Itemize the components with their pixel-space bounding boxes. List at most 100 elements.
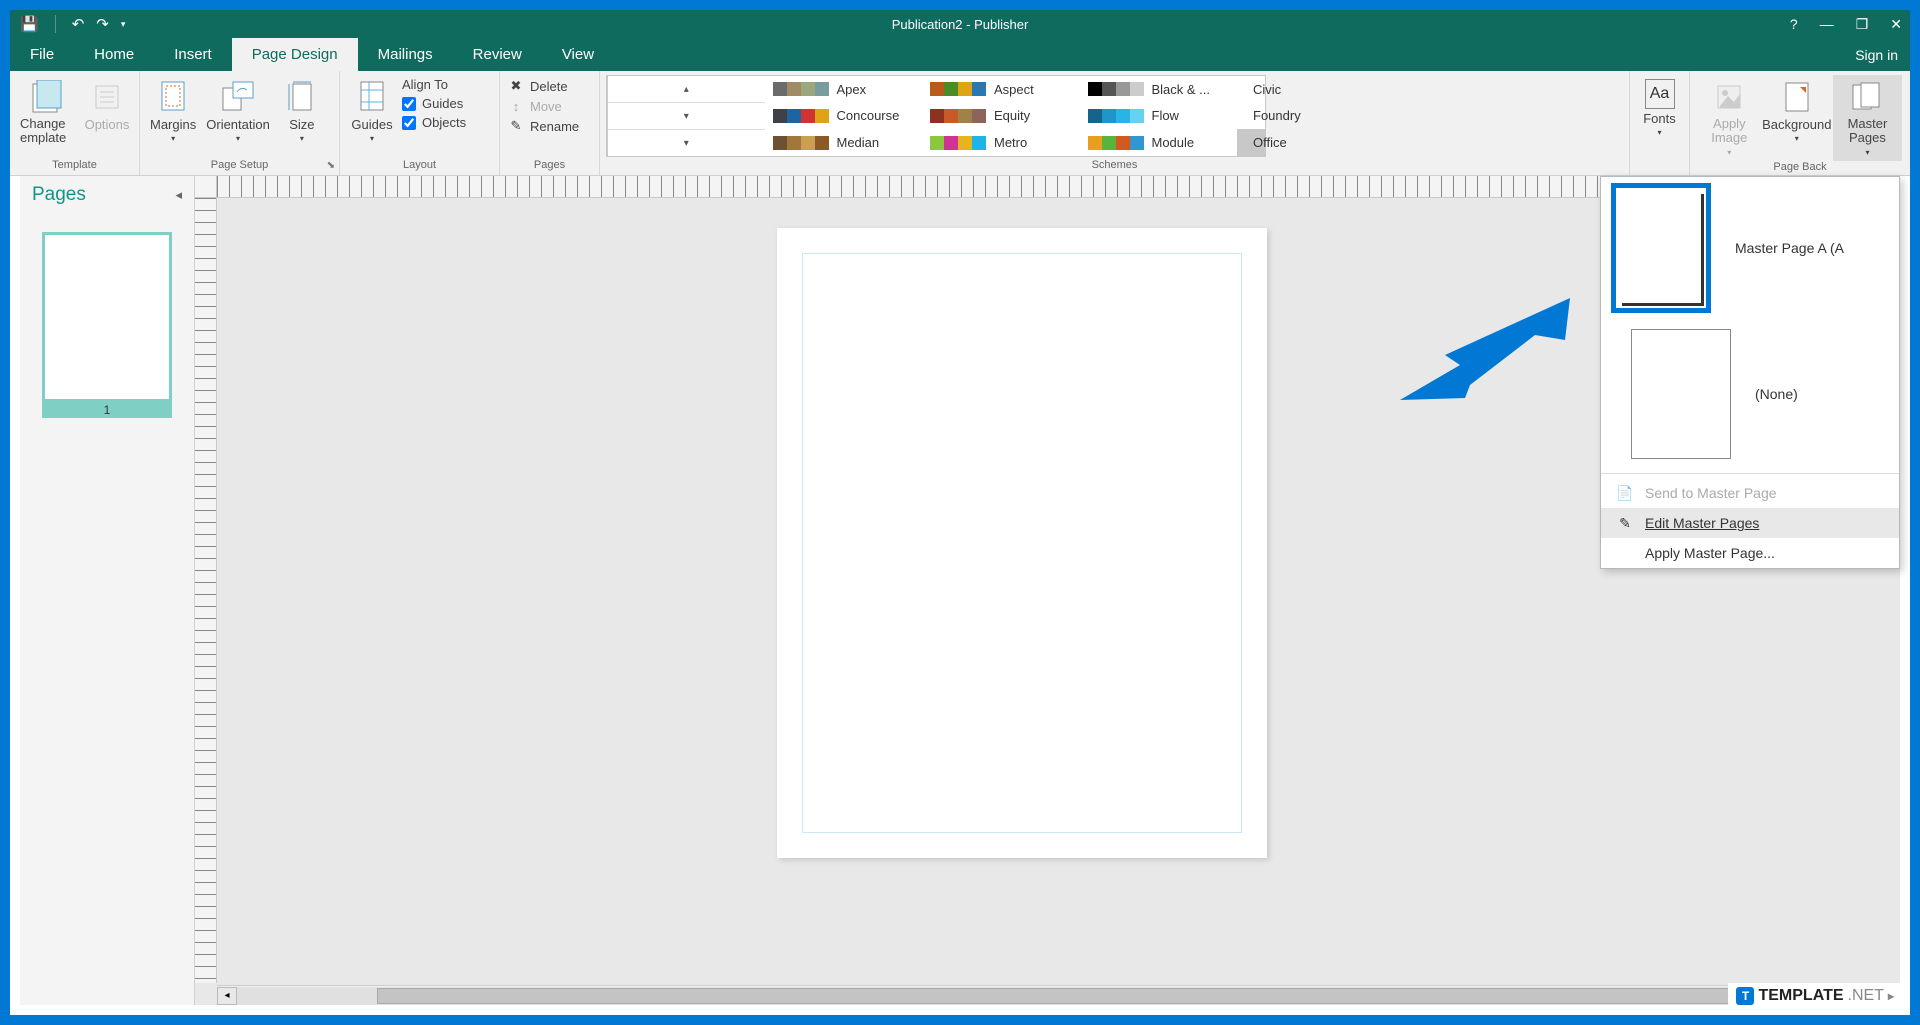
save-icon[interactable]: 💾 [20, 15, 39, 33]
scheme-label: Concourse [837, 108, 900, 123]
undo-icon[interactable]: ↶ [72, 15, 85, 33]
scheme-aspect[interactable]: Aspect [922, 76, 1080, 103]
ruler-corner [195, 176, 217, 198]
scheme-label: Office [1253, 135, 1287, 150]
change-template-button[interactable]: Change emplate [18, 75, 77, 150]
options-icon [89, 79, 125, 115]
guides-checkbox[interactable]: Guides [402, 94, 466, 113]
apply-master-icon [1617, 545, 1633, 561]
scheme-concourse[interactable]: Concourse [765, 103, 923, 130]
scheme-label: Median [837, 135, 880, 150]
scroll-left-icon[interactable]: ◂ [217, 987, 237, 1005]
objects-checkbox[interactable]: Objects [402, 113, 466, 132]
watermark: T TEMPLATE.NET ▸ [1728, 983, 1902, 1009]
scheme-label: Flow [1152, 108, 1179, 123]
align-to-label: Align To [402, 77, 466, 94]
master-page-none-label: (None) [1755, 386, 1798, 402]
pages-panel: Pages ◂ 1 [20, 176, 195, 1005]
scroll-thumb[interactable] [377, 988, 1740, 1004]
window-title: Publication2 - Publisher [892, 17, 1029, 32]
orientation-button[interactable]: Orientation▾ [204, 75, 272, 147]
rename-page-button[interactable]: ✎Rename [508, 117, 579, 135]
gallery-down-icon[interactable]: ▾ [608, 103, 765, 130]
scheme-metro[interactable]: Metro [922, 129, 1080, 156]
send-to-master-menu: 📄 Send to Master Page [1601, 478, 1899, 508]
guides-icon [354, 79, 390, 115]
tab-file[interactable]: File [10, 38, 74, 71]
vertical-ruler[interactable] [195, 198, 217, 983]
ribbon-tabs: File Home Insert Page Design Mailings Re… [10, 38, 1910, 71]
apply-image-button: Apply Image▾ [1698, 75, 1761, 161]
scheme-label: Equity [994, 108, 1030, 123]
edit-master-pages-menu[interactable]: ✎ Edit Master Pages [1601, 508, 1899, 538]
page-setup-dialog-launcher[interactable]: ⬊ [327, 160, 335, 171]
sign-in-link[interactable]: Sign in [1843, 38, 1910, 71]
scheme-label: Aspect [994, 82, 1034, 97]
restore-icon[interactable]: ❐ [1856, 16, 1869, 33]
group-label-schemes: Schemes [606, 159, 1623, 173]
size-label: Size [289, 117, 314, 132]
gallery-more-icon[interactable]: ▾ [608, 130, 765, 156]
edit-master-icon: ✎ [1617, 515, 1633, 531]
size-icon [284, 79, 320, 115]
collapse-panel-icon[interactable]: ◂ [175, 187, 182, 203]
delete-page-button[interactable]: ✖Delete [508, 77, 579, 95]
horizontal-scrollbar[interactable]: ◂ ▸ [217, 985, 1900, 1005]
orientation-label: Orientation [206, 117, 270, 132]
page-thumbnail[interactable]: 1 [42, 232, 172, 418]
move-page-button: ↕Move [508, 97, 579, 115]
watermark-suffix: .NET [1848, 987, 1884, 1005]
options-label: Options [85, 117, 130, 132]
tab-insert[interactable]: Insert [154, 38, 232, 71]
change-template-icon [30, 79, 66, 115]
group-label-pages: Pages [508, 159, 591, 173]
page-margin-guide [802, 253, 1242, 833]
scheme-label: Apex [837, 82, 867, 97]
pages-panel-title: Pages [32, 184, 86, 206]
tab-review[interactable]: Review [453, 38, 542, 71]
apply-master-page-menu[interactable]: Apply Master Page... [1601, 538, 1899, 568]
schemes-gallery[interactable]: ApexAspectBlack & ...Civic▴▾▾ConcourseEq… [606, 75, 1266, 157]
scheme-foundry[interactable]: Foundry [1237, 103, 1265, 130]
gallery-up-icon[interactable]: ▴ [608, 76, 765, 103]
help-icon[interactable]: ? [1790, 16, 1798, 32]
tab-view[interactable]: View [542, 38, 614, 71]
fonts-icon: Aa [1645, 79, 1675, 109]
margins-icon [155, 79, 191, 115]
change-template-label: Change emplate [20, 117, 75, 146]
apply-image-icon [1711, 79, 1747, 115]
minimize-icon[interactable]: — [1820, 16, 1834, 32]
page-thumbnail-number: 1 [42, 402, 172, 418]
move-icon: ↕ [508, 98, 524, 114]
scheme-label: Metro [994, 135, 1027, 150]
redo-icon[interactable]: ↷ [96, 15, 109, 33]
master-pages-button[interactable]: Master Pages▾ [1833, 75, 1902, 161]
watermark-icon: T [1736, 987, 1754, 1005]
ribbon: Change emplate Options Template Margins▾… [10, 71, 1910, 176]
close-icon[interactable]: ✕ [1890, 16, 1902, 33]
scheme-flow[interactable]: Flow [1080, 103, 1238, 130]
master-page-a-item[interactable]: Master Page A (A [1601, 177, 1899, 319]
tab-mailings[interactable]: Mailings [358, 38, 453, 71]
scheme-apex[interactable]: Apex [765, 76, 923, 103]
tab-home[interactable]: Home [74, 38, 154, 71]
guides-button[interactable]: Guides▾ [348, 75, 396, 147]
scheme-equity[interactable]: Equity [922, 103, 1080, 130]
scheme-black[interactable]: Black & ... [1080, 76, 1238, 103]
scheme-label: Module [1152, 135, 1195, 150]
delete-icon: ✖ [508, 78, 524, 94]
apply-image-label: Apply Image [1700, 117, 1759, 146]
size-button[interactable]: Size▾ [278, 75, 326, 147]
scheme-median[interactable]: Median [765, 129, 923, 156]
fonts-button[interactable]: Aa Fonts▾ [1636, 75, 1684, 141]
scheme-civic[interactable]: Civic [1237, 76, 1265, 103]
scheme-module[interactable]: Module [1080, 129, 1238, 156]
tab-page-design[interactable]: Page Design [232, 38, 358, 71]
page-canvas[interactable] [777, 228, 1267, 858]
margins-button[interactable]: Margins▾ [148, 75, 198, 147]
qat-dropdown-icon[interactable]: ▾ [121, 19, 126, 30]
master-page-none-item[interactable]: (None) [1601, 319, 1899, 469]
scheme-office[interactable]: Office [1237, 129, 1265, 156]
background-button[interactable]: Background▾ [1767, 75, 1827, 147]
master-pages-icon [1849, 79, 1885, 115]
